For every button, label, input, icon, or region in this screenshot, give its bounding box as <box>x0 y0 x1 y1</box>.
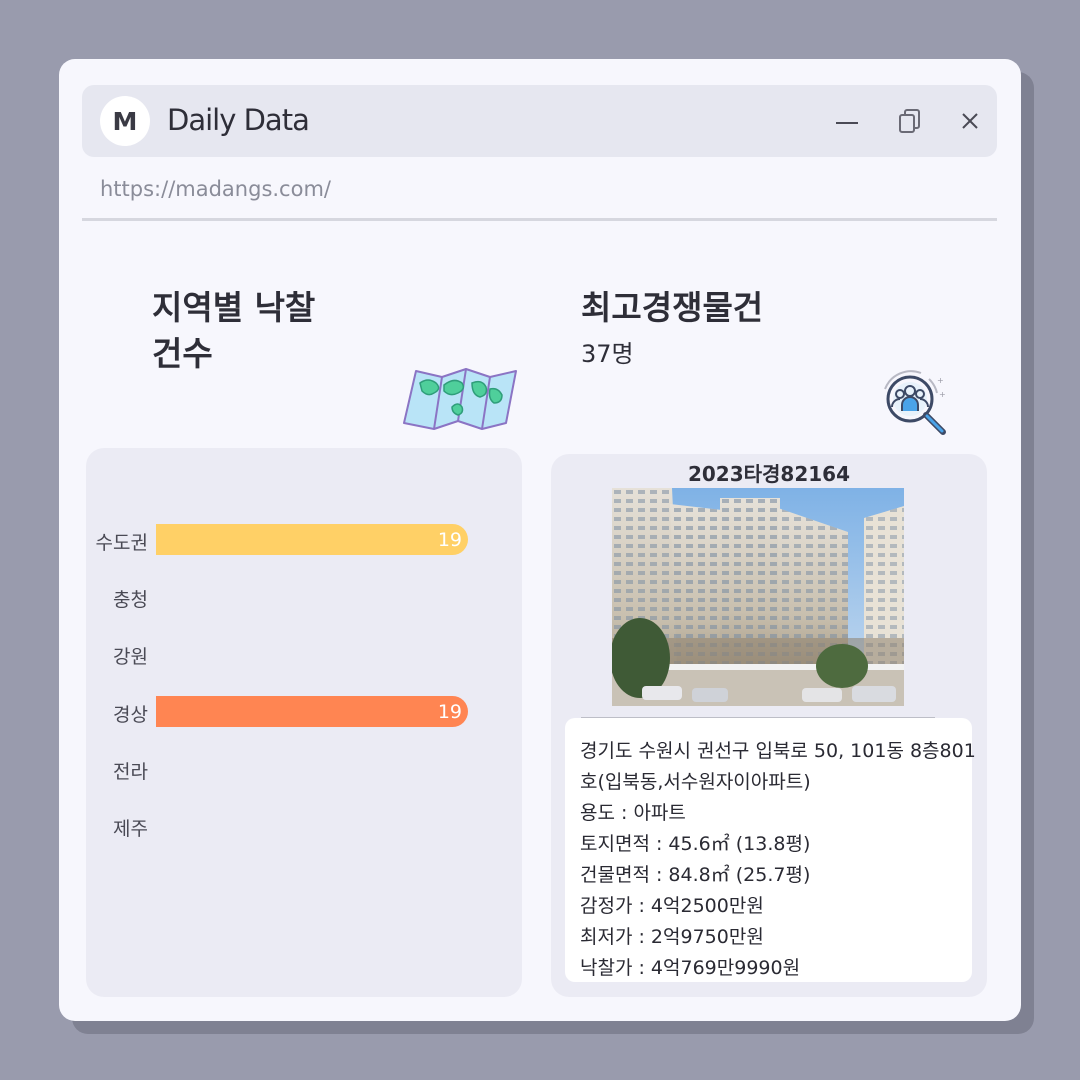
folded-map-icon <box>403 368 517 430</box>
app-title: Daily Data <box>167 103 310 137</box>
land-area-text: 토지면적 : 45.6㎡ (13.8평) <box>580 833 811 855</box>
address-line2: 호(입북동,서수원자이아파트) <box>580 771 811 793</box>
app-logo: M <box>100 96 150 146</box>
close-icon <box>962 113 978 129</box>
region-count-heading: 지역별 낙찰 건수 <box>152 285 315 377</box>
address-url[interactable]: https://madangs.com/ <box>100 177 331 201</box>
minimum-price-text: 최저가 : 2억9750만원 <box>580 926 764 948</box>
bar-category-label: 강원 <box>113 646 148 669</box>
bar-value-label: 19 <box>437 700 462 723</box>
winning-bid-text: 낙찰가 : 4억769만9990원 <box>580 957 801 979</box>
copy-icon <box>899 109 920 133</box>
top-competition-heading: 최고경쟁물건 <box>581 288 764 327</box>
bar-category-label: 수도권 <box>95 532 148 554</box>
region-heading-line2: 건수 <box>152 334 213 373</box>
bar-category-label: 전라 <box>113 760 148 783</box>
svg-text:+: + <box>939 390 946 399</box>
minimize-icon <box>836 122 858 124</box>
usage-text: 용도 : 아파트 <box>580 802 686 824</box>
restore-button[interactable] <box>894 105 926 137</box>
building-area-text: 건물면적 : 84.8㎡ (25.7평) <box>580 864 811 886</box>
close-button[interactable] <box>954 105 986 137</box>
bar-category-label: 제주 <box>113 818 148 840</box>
apartment-building-photo[interactable] <box>612 488 904 706</box>
bar-category-label: 충청 <box>113 589 148 612</box>
case-number[interactable]: 2023타경82164 <box>551 458 987 487</box>
bar-value-label: 19 <box>437 529 462 551</box>
svg-text:+: + <box>937 376 944 385</box>
property-info-card: 경기도 수원시 권선구 입북로 50, 101동 8층801 호(입북동,서수원… <box>565 718 976 982</box>
header-divider <box>82 218 997 221</box>
competitor-count: 37명 <box>581 340 634 368</box>
minimize-button[interactable] <box>831 105 863 137</box>
app-window: M Daily Data https://madangs.com/ 지역별 낙찰… <box>59 59 1021 1021</box>
bar-category-label: 경상 <box>113 703 148 726</box>
magnifier-people-icon: + + <box>884 370 946 435</box>
region-heading-line1: 지역별 낙찰 <box>152 288 316 327</box>
title-bar: M Daily Data <box>82 85 997 157</box>
appraisal-text: 감정가 : 4억2500만원 <box>580 895 764 917</box>
address-line1: 경기도 수원시 권선구 입북로 50, 101동 8층801 <box>580 740 976 762</box>
